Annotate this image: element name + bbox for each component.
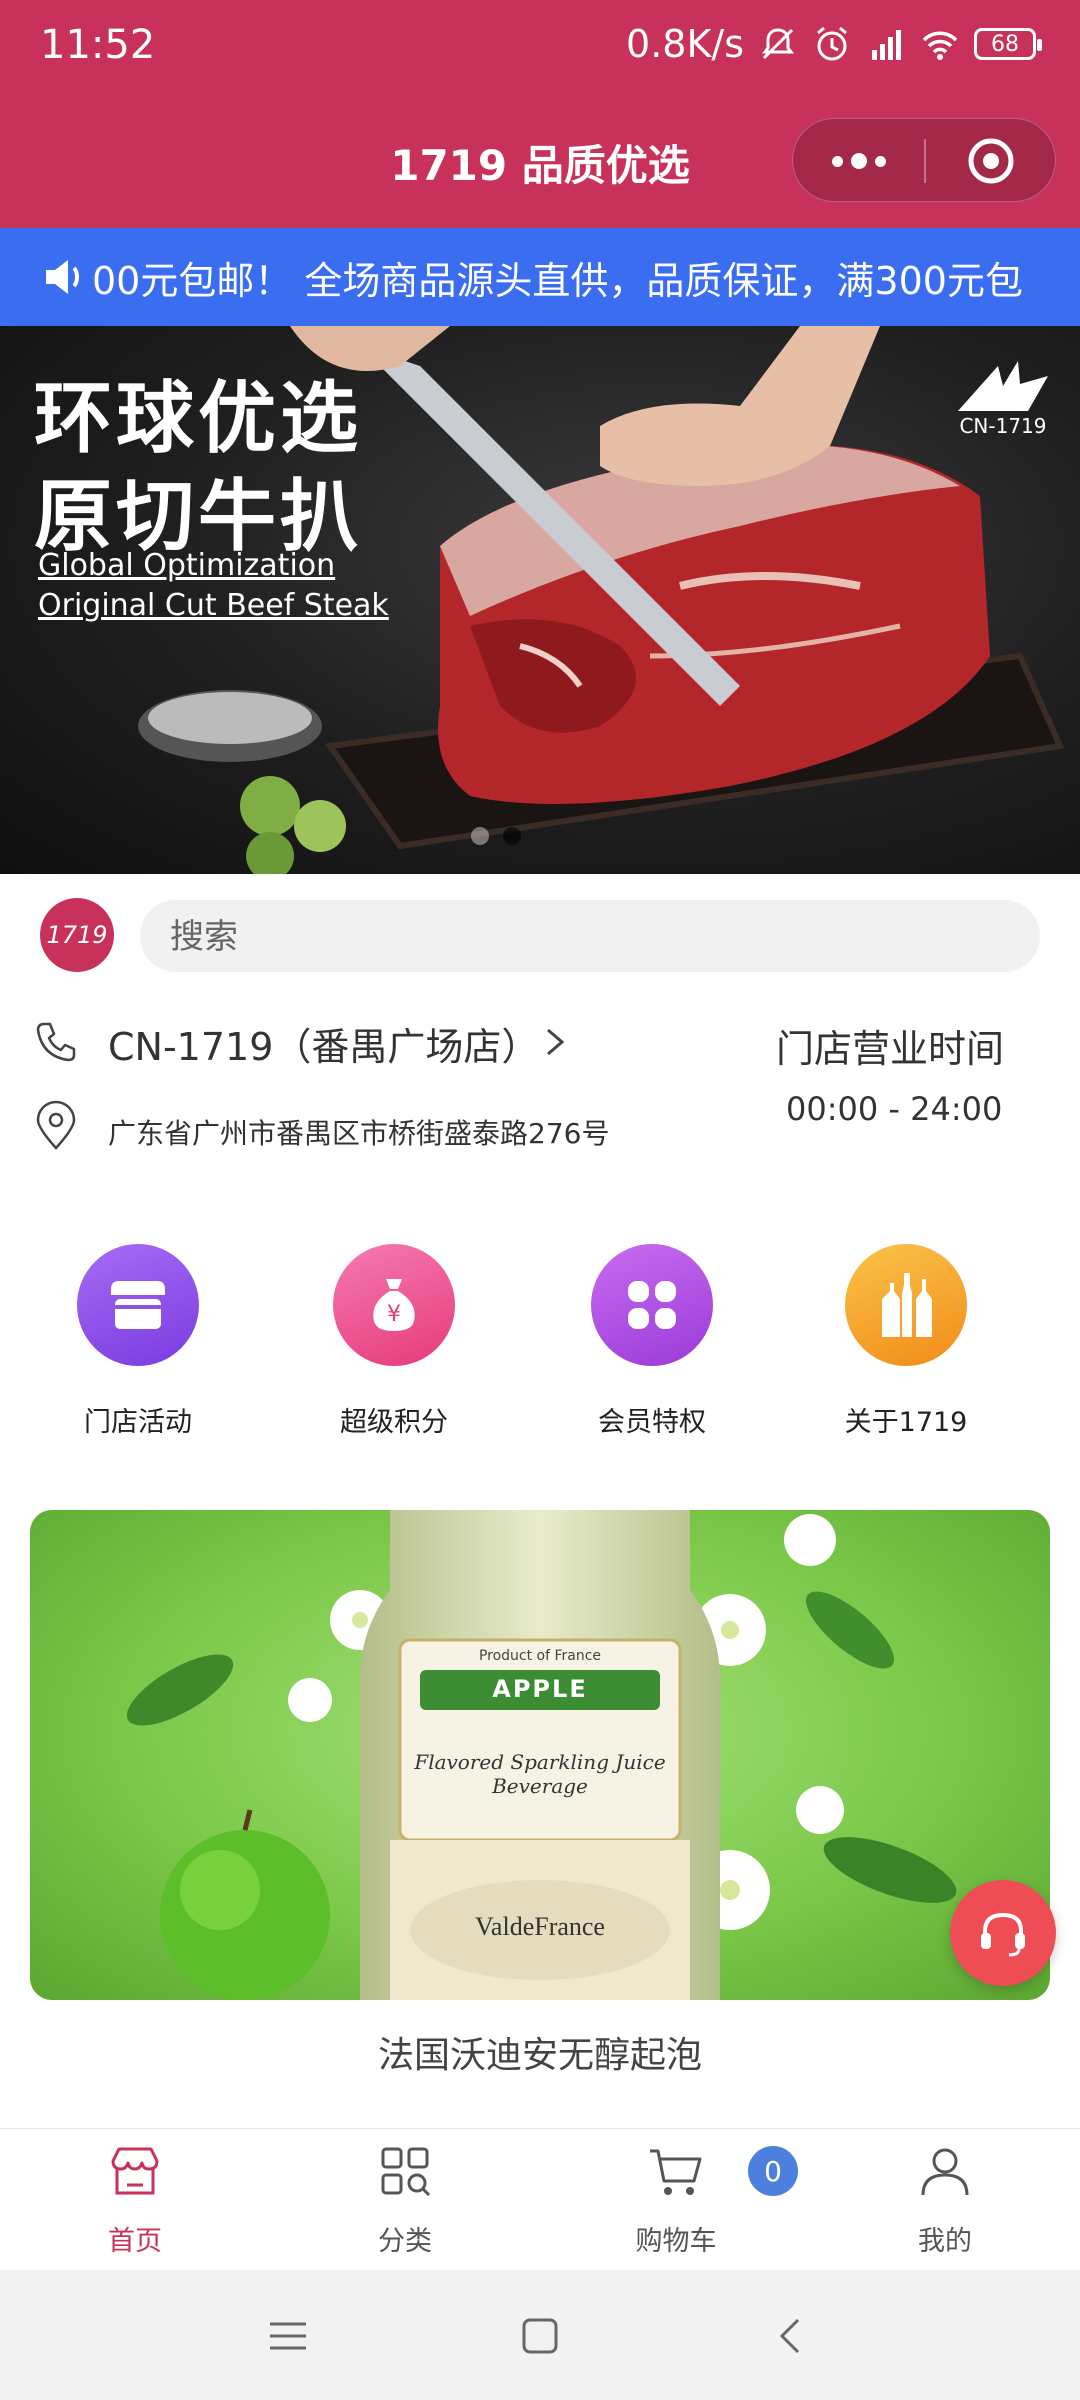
chevron-right-icon[interactable] bbox=[536, 1022, 572, 1062]
phone-icon[interactable] bbox=[32, 1018, 80, 1066]
label-brand: APPLE bbox=[492, 1675, 588, 1703]
label-origin: Product of France bbox=[478, 1648, 602, 1664]
quick-menu-about[interactable]: 关于1719 bbox=[816, 1244, 996, 1439]
money-bag-icon: ¥ bbox=[333, 1244, 455, 1366]
tab-mine[interactable]: 我的 bbox=[845, 2141, 1045, 2258]
target-close-icon bbox=[968, 138, 1014, 184]
store-icon bbox=[77, 1244, 199, 1366]
store-logo: 1719 bbox=[40, 898, 114, 972]
quick-menu-store-activity[interactable]: 门店活动 bbox=[48, 1244, 228, 1439]
label-description: Flavored Sparkling Juice Beverage bbox=[414, 1750, 666, 1798]
close-mini-program-button[interactable] bbox=[925, 119, 1057, 203]
store-name-link[interactable]: CN-1719（番禺广场店） bbox=[108, 1016, 539, 1071]
tab-label: 分类 bbox=[378, 2226, 432, 2257]
system-navigation-bar bbox=[0, 2270, 1080, 2400]
status-icons: 0.8K/s 68 bbox=[626, 22, 1042, 66]
hero-brand-logo: CN-1719 bbox=[948, 356, 1058, 438]
announcement-text: 00元包邮！ 全场商品源头直供，品质保证，满300元包 bbox=[92, 259, 1023, 303]
tab-label: 首页 bbox=[108, 2226, 162, 2257]
store-address: 广东省广州市番禺区市桥街盛泰路276号 bbox=[108, 1117, 610, 1150]
product-banner[interactable]: Product of France APPLE Flavored Sparkli… bbox=[30, 1510, 1050, 2000]
tab-cart[interactable]: 购物车 bbox=[576, 2141, 776, 2258]
hero-title-line1: 环球优选 bbox=[34, 374, 363, 464]
quick-menu-label: 超级积分 bbox=[340, 1407, 448, 1438]
product-caption: 法国沃迪安无醇起泡 bbox=[377, 2035, 702, 2076]
tab-label: 我的 bbox=[918, 2226, 972, 2257]
back-icon[interactable] bbox=[770, 2314, 814, 2358]
more-dot-icon bbox=[832, 155, 843, 167]
quick-menu-label: 关于1719 bbox=[844, 1407, 968, 1438]
home-icon[interactable] bbox=[518, 2314, 562, 2358]
search-input[interactable] bbox=[168, 900, 1022, 974]
status-time: 11:52 bbox=[40, 22, 156, 68]
quick-menu-super-points[interactable]: ¥ 超级积分 bbox=[304, 1244, 484, 1439]
quick-menu-member-privileges[interactable]: 会员特权 bbox=[562, 1244, 742, 1439]
announcement-bar[interactable]: 00元包邮！ 全场商品源头直供，品质保证，满300元包 bbox=[0, 228, 1080, 326]
home-store-icon bbox=[111, 2147, 159, 2195]
hero-logo-text: CN-1719 bbox=[959, 414, 1047, 438]
alarm-icon bbox=[817, 26, 847, 61]
tab-home[interactable]: 首页 bbox=[35, 2141, 235, 2258]
quick-menu-label: 会员特权 bbox=[598, 1407, 706, 1438]
speaker-icon bbox=[46, 260, 79, 294]
mini-program-capsule bbox=[792, 118, 1056, 202]
user-icon bbox=[921, 2148, 969, 2196]
hero-subtitle-line1: Global Optimization bbox=[38, 548, 336, 583]
app-header: 11:52 0.8K/s 68 1719 品质优选 bbox=[0, 0, 1080, 228]
tab-label: 购物车 bbox=[635, 2226, 717, 2257]
mute-bell-icon bbox=[762, 28, 794, 60]
hero-subtitle-line2: Original Cut Beef Steak bbox=[38, 588, 389, 623]
bottom-tab-bar: 首页 分类 购物车 我的 bbox=[0, 2128, 1080, 2271]
wifi-icon bbox=[922, 31, 958, 60]
hero-banner[interactable]: 环球优选 原切牛扒 Global Optimization Original C… bbox=[0, 326, 1080, 874]
more-options-button[interactable] bbox=[793, 119, 925, 203]
label-maker: ValdeFrance bbox=[475, 1912, 605, 1941]
tab-category[interactable]: 分类 bbox=[305, 2141, 505, 2258]
more-dot-icon bbox=[851, 153, 867, 169]
network-speed: 0.8K/s bbox=[626, 22, 744, 66]
customer-service-button[interactable] bbox=[950, 1880, 1056, 1986]
cart-count-badge: 0 bbox=[748, 2146, 798, 2196]
search-bar[interactable] bbox=[140, 900, 1040, 974]
battery-icon: 68 bbox=[974, 28, 1042, 60]
more-dot-icon bbox=[875, 155, 886, 167]
location-pin-icon bbox=[36, 1100, 76, 1150]
brand-mark-icon bbox=[958, 361, 1048, 411]
quick-menu-label: 门店活动 bbox=[84, 1407, 192, 1438]
grid-icon bbox=[591, 1244, 713, 1366]
svg-text:¥: ¥ bbox=[387, 1302, 401, 1327]
bottles-icon bbox=[845, 1244, 967, 1366]
headset-icon bbox=[981, 1912, 1025, 1957]
signal-icon bbox=[872, 30, 901, 60]
business-hours-label: 门店营业时间 bbox=[776, 1027, 1005, 1071]
menu-icon[interactable] bbox=[266, 2314, 310, 2358]
category-icon bbox=[381, 2147, 431, 2197]
cart-icon bbox=[650, 2149, 702, 2195]
business-hours-value: 00:00 - 24:00 bbox=[786, 1090, 1003, 1128]
